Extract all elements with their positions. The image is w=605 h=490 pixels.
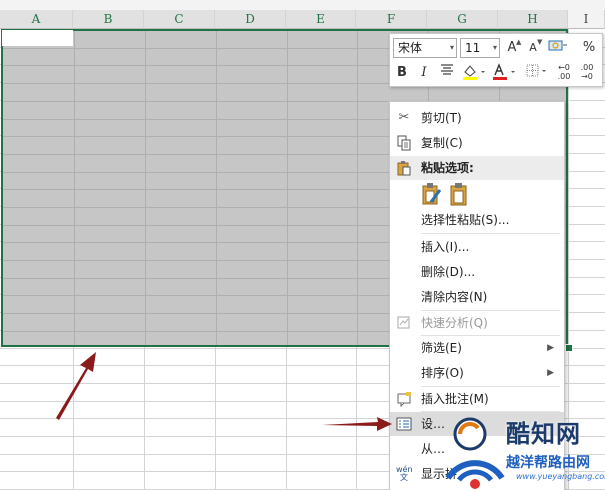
shrink-font-icon: A (529, 41, 537, 54)
menu-label: 复制(C) (421, 136, 463, 150)
watermark-brand: 酷知网 (506, 420, 581, 448)
grow-font-button[interactable]: A ▲ (504, 38, 522, 58)
menu-item-insert[interactable]: 插入(I)... (390, 235, 564, 259)
increase-decimal-icon: ←0 .00 (557, 63, 571, 81)
selection-gridline (145, 31, 146, 345)
menu-item-clear-contents[interactable]: 清除内容(N) (390, 285, 564, 309)
paste-formatting-button[interactable] (421, 182, 443, 206)
paste-icon (396, 160, 412, 176)
menu-label: 快速分析(Q) (421, 316, 488, 330)
paste-values-button[interactable] (448, 182, 470, 206)
column-header-c[interactable]: C (144, 10, 215, 29)
font-size-value: 11 (465, 41, 481, 55)
active-cell[interactable] (2, 30, 73, 46)
selection-gridline (287, 31, 288, 345)
format-cells-icon (396, 416, 412, 432)
font-color-icon (493, 63, 515, 80)
chevron-down-icon: ▾ (492, 43, 497, 52)
column-header-b[interactable]: B (73, 10, 144, 29)
increase-decimal-button[interactable]: ←0 .00 (554, 62, 574, 82)
menu-item-filter[interactable]: 筛选(E) ▶ (390, 336, 564, 360)
menu-label: 插入批注(M) (421, 392, 489, 406)
quick-analysis-icon (396, 315, 412, 331)
chevron-down-icon: ▾ (449, 43, 454, 52)
menu-label: 清除内容(N) (421, 290, 488, 304)
watermark: 酷知网 越洋帮路由网 www.yueyangbang.com (440, 412, 605, 490)
decrease-decimal-button[interactable]: .00 →0 (577, 62, 597, 82)
column-header-h[interactable]: H (498, 10, 568, 29)
paste-brush-icon (422, 183, 442, 205)
column-header-g[interactable]: G (427, 10, 498, 29)
menu-item-insert-comment[interactable]: 插入批注(M) (390, 387, 564, 411)
font-name-dropdown[interactable]: 宋体 ▾ (393, 38, 457, 58)
bold-button[interactable]: B (394, 63, 410, 83)
fill-color-icon (463, 65, 485, 80)
selection-gridline (74, 31, 75, 345)
align-center-button[interactable] (438, 63, 456, 83)
column-header-a[interactable]: A (0, 10, 73, 29)
wifi-logo-icon (445, 417, 505, 489)
font-color-button[interactable] (490, 63, 518, 83)
chevron-right-icon: ▶ (547, 343, 554, 353)
font-size-dropdown[interactable]: 11 ▾ (460, 38, 500, 58)
menu-item-paste-special[interactable]: 选择性粘贴(S)... (390, 208, 564, 232)
italic-icon: I (421, 65, 427, 80)
column-header-e[interactable]: E (286, 10, 356, 29)
decrease-decimal-icon: .00 →0 (580, 63, 594, 81)
menu-item-copy[interactable]: 复制(C) (390, 131, 564, 155)
phonetic-icon: wén 文 (396, 465, 413, 482)
percent-icon: % (582, 40, 596, 55)
percent-style-button[interactable]: % (580, 38, 598, 58)
fill-color-button[interactable] (460, 63, 488, 83)
selection-gridline (216, 31, 217, 345)
comment-icon (396, 391, 412, 408)
menu-label: 筛选(E) (421, 341, 462, 355)
watermark-url: www.yueyangbang.com (516, 472, 605, 481)
borders-icon (526, 64, 546, 77)
column-header-f[interactable]: F (356, 10, 427, 29)
menu-label: 删除(D)... (421, 265, 476, 279)
column-header-i[interactable]: I (568, 10, 605, 29)
fill-handle[interactable] (565, 344, 573, 352)
menu-item-delete[interactable]: 删除(D)... (390, 260, 564, 284)
menu-label: 选择性粘贴(S)... (421, 213, 510, 227)
selection-gridline (357, 31, 358, 345)
align-center-icon (441, 64, 453, 75)
format-painter-button[interactable] (546, 38, 570, 58)
italic-button[interactable]: I (416, 63, 432, 83)
borders-button[interactable] (524, 63, 550, 83)
mini-toolbar: 宋体 ▾ 11 ▾ A ▲ A ▼ % B I ←0 .00 .00 →0 (389, 33, 603, 87)
menu-label: 排序(O) (421, 366, 464, 380)
scissors-icon: ✂ (398, 110, 410, 125)
excel-window: ABCDEFGHI 宋体 ▾ 11 ▾ A ▲ A ▼ % B I ←0 .00… (0, 0, 605, 490)
font-name-value: 宋体 (398, 41, 423, 55)
column-header-d[interactable]: D (215, 10, 286, 29)
menu-item-cut[interactable]: ✂ 剪切(T) (390, 106, 564, 130)
menu-label: 粘贴选项: (421, 161, 474, 175)
clipboard-icon (450, 183, 467, 206)
menu-label: 插入(I)... (421, 240, 470, 254)
chevron-right-icon: ▶ (547, 368, 554, 378)
copy-icon (396, 135, 412, 151)
menu-separator (421, 233, 560, 234)
accounting-format-icon (548, 40, 567, 51)
menu-label: 剪切(T) (421, 111, 462, 125)
menu-item-sort[interactable]: 排序(O) ▶ (390, 361, 564, 385)
shrink-font-button[interactable]: A ▼ (525, 38, 542, 58)
bold-icon: B (397, 65, 407, 80)
watermark-site-name: 越洋帮路由网 (506, 455, 590, 471)
menu-header-paste-options: 粘贴选项: (390, 156, 564, 180)
menu-item-quick-analysis[interactable]: 快速分析(Q) (390, 311, 564, 335)
